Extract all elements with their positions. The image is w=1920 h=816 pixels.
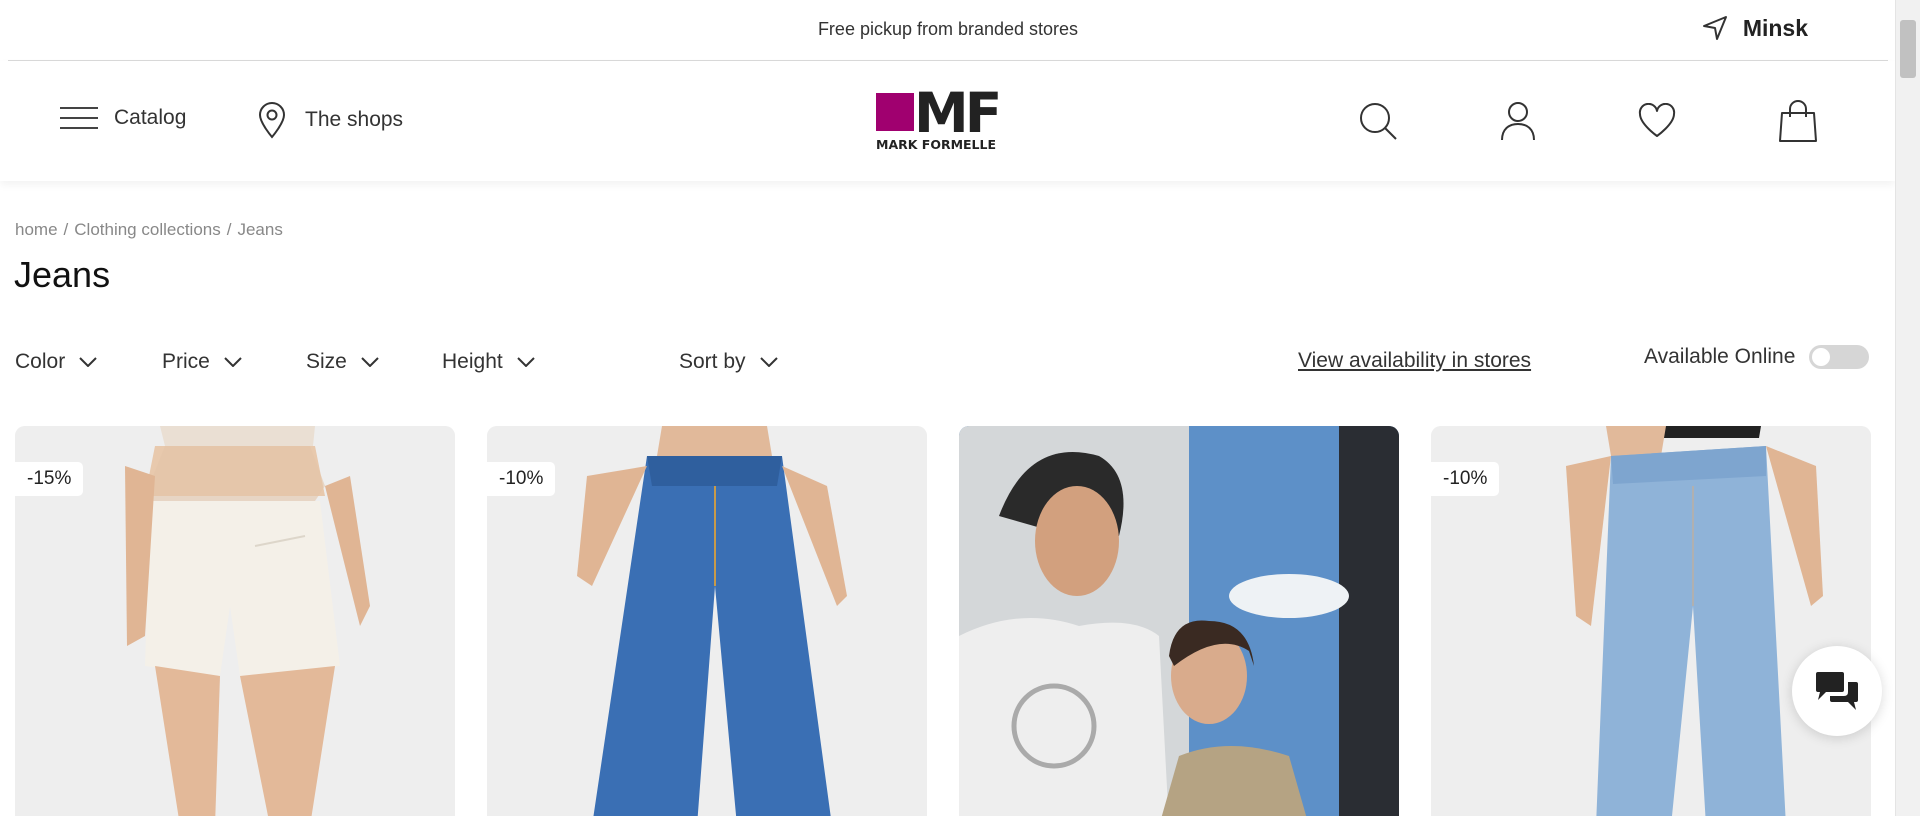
map-pin-icon <box>258 102 286 139</box>
filter-height-label: Height <box>442 350 503 373</box>
top-bar: Free pickup from branded stores Minsk <box>8 0 1888 61</box>
product-card[interactable]: -10% <box>1431 426 1871 816</box>
logo-letters: MF <box>914 81 1002 145</box>
catalog-button[interactable]: Catalog <box>60 105 186 131</box>
available-online-toggle[interactable] <box>1809 345 1870 369</box>
discount-badge: -10% <box>487 462 556 496</box>
chevron-down-icon <box>759 357 778 367</box>
filter-price-label: Price <box>162 350 210 373</box>
breadcrumb-home[interactable]: home <box>15 220 58 240</box>
filter-color[interactable]: Color <box>15 350 97 374</box>
sort-label: Sort by <box>679 350 746 373</box>
breadcrumb-clothing-collections[interactable]: Clothing collections <box>74 220 220 240</box>
available-online-label: Available Online <box>1644 345 1796 368</box>
user-icon <box>1501 102 1535 141</box>
shops-button[interactable]: The shops <box>257 101 403 139</box>
cart-button[interactable] <box>1776 99 1820 143</box>
city-name: Minsk <box>1742 14 1808 41</box>
search-icon <box>1360 103 1397 140</box>
filter-size-label: Size <box>306 350 347 373</box>
product-card[interactable] <box>959 426 1399 816</box>
discount-badge: -15% <box>15 462 84 496</box>
available-online-filter: Available Online <box>1644 345 1870 369</box>
chat-button[interactable] <box>1792 646 1882 736</box>
brand-logo[interactable]: MF MARK FORMELLE <box>876 81 1021 152</box>
wishlist-button[interactable] <box>1635 99 1679 143</box>
product-image-couple-campaign <box>959 426 1399 816</box>
promo-text: Free pickup from branded stores <box>817 19 1079 39</box>
main-header: Catalog The shops MF MARK FORMELLE <box>0 61 1895 181</box>
page-scrollbar[interactable] <box>1895 0 1920 816</box>
logo-brand-name: MARK FORMELLE <box>876 137 997 152</box>
menu-icon <box>60 107 98 129</box>
chevron-down-icon <box>224 357 242 367</box>
page-title: Jeans <box>14 254 111 295</box>
bag-icon <box>1779 100 1817 142</box>
sort-dropdown[interactable]: Sort by <box>679 350 778 374</box>
account-button[interactable] <box>1496 99 1540 143</box>
search-button[interactable] <box>1356 99 1400 143</box>
chevron-down-icon <box>79 357 97 367</box>
chevron-down-icon <box>361 357 379 367</box>
city-selector[interactable]: Minsk <box>1701 14 1808 42</box>
toggle-knob <box>1812 348 1831 366</box>
discount-badge: -10% <box>1431 462 1500 496</box>
view-availability-link[interactable]: View availability in stores <box>1298 349 1531 373</box>
location-arrow-icon <box>1702 16 1727 40</box>
breadcrumb-separator: / <box>63 220 69 239</box>
scrollbar-thumb[interactable] <box>1900 20 1916 78</box>
filter-height[interactable]: Height <box>442 350 535 374</box>
product-card[interactable]: -10% <box>487 426 927 816</box>
catalog-label: Catalog <box>114 106 187 129</box>
breadcrumb-separator: / <box>226 220 232 239</box>
filter-color-label: Color <box>15 350 66 373</box>
breadcrumb: home / Clothing collections / Jeans <box>15 220 283 240</box>
heart-icon <box>1638 103 1676 137</box>
chevron-down-icon <box>516 357 535 367</box>
filter-price[interactable]: Price <box>162 350 242 374</box>
shops-label: The shops <box>305 108 404 131</box>
breadcrumb-current: Jeans <box>237 220 283 239</box>
logo-square <box>876 93 914 131</box>
chat-icon <box>1816 672 1858 710</box>
filter-size[interactable]: Size <box>306 350 379 374</box>
product-card[interactable]: -15% <box>15 426 455 816</box>
